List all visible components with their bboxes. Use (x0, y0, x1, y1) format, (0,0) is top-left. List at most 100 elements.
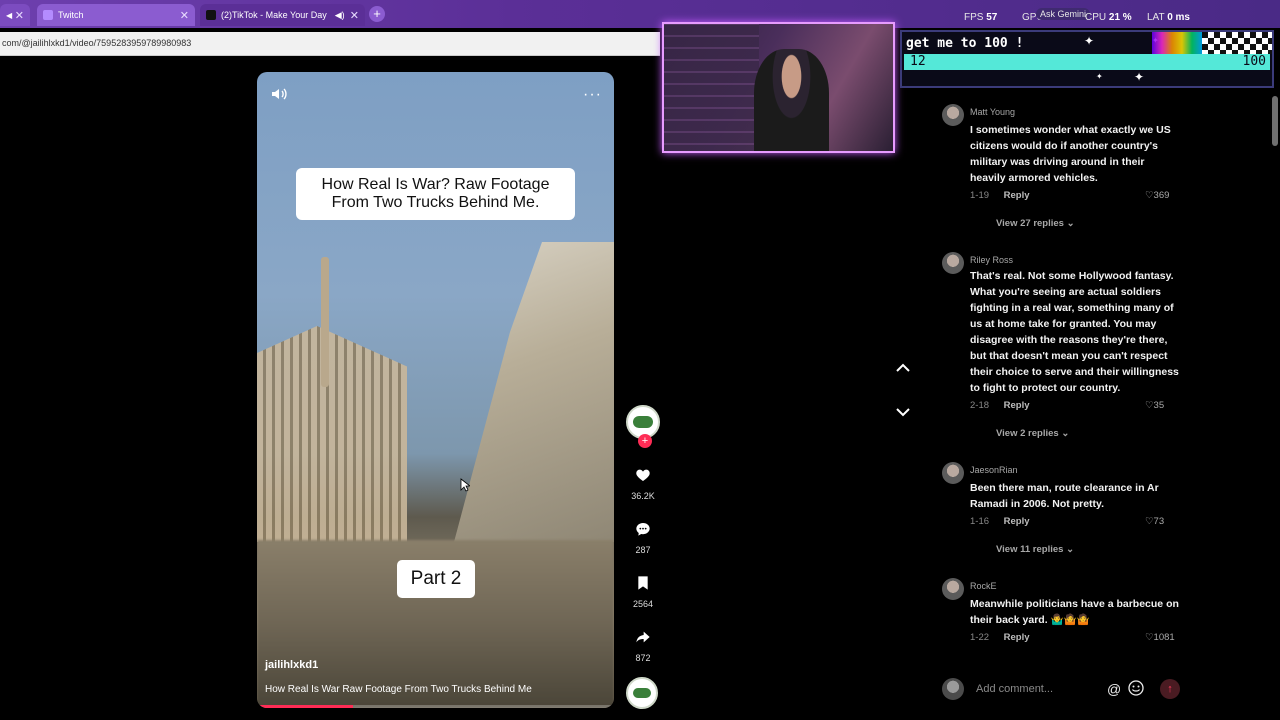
comment-like-button[interactable]: ♡73 (1145, 516, 1164, 527)
reply-button[interactable]: Reply (1004, 190, 1030, 201)
comment-like-count: 369 (1153, 190, 1170, 201)
tab-label: Twitch (58, 10, 84, 20)
streamer-webcam (662, 22, 895, 153)
chevron-down-icon[interactable] (893, 402, 913, 422)
cpu-readout: CPU 21 % (1085, 12, 1132, 23)
tab-label: (2)TikTok - Make Your Day (221, 10, 327, 20)
browser-tab-pinned[interactable]: ◀ ✕ (0, 4, 30, 26)
share-arrow-icon (636, 631, 650, 643)
creator-avatar-logo (633, 416, 653, 428)
comment-button[interactable]: 287 (625, 521, 661, 555)
chevron-down-icon: ⌄ (1061, 428, 1070, 439)
share-button[interactable]: 872 (625, 629, 661, 663)
speaker-icon[interactable]: ◀) (335, 10, 345, 21)
sparkle-icon: ✦ (1134, 70, 1145, 84)
comment-date: 1-19 (970, 190, 990, 201)
comment-like-count: 1081 (1153, 632, 1175, 643)
save-button[interactable]: 2564 (625, 575, 661, 609)
comment-like-button[interactable]: ♡369 (1145, 190, 1169, 201)
comment-bubble-icon (636, 523, 650, 536)
comment-like-button[interactable]: ♡35 (1145, 400, 1164, 411)
comment-username[interactable]: JaesonRian (970, 465, 1018, 475)
close-icon[interactable]: ✕ (180, 9, 189, 22)
heart-outline-icon: ♡ (1145, 400, 1154, 411)
view-replies-button[interactable]: View 2 replies ⌄ (996, 428, 1069, 439)
browser-tab-tiktok[interactable]: (2)TikTok - Make Your Day ◀) ✕ (200, 4, 365, 26)
video-caption: How Real Is War? Raw Footage From Two Tr… (296, 168, 575, 220)
like-count: 36.2K (631, 491, 655, 501)
comments-panel: Matt Young I sometimes wonder what exact… (940, 96, 1270, 666)
video-player[interactable]: ··· How Real Is War? Raw Footage From Tw… (257, 72, 614, 708)
heart-icon (636, 469, 650, 481)
avatar[interactable] (942, 578, 964, 600)
reply-button[interactable]: Reply (1004, 516, 1030, 527)
like-button[interactable]: 36.2K (625, 467, 661, 501)
address-bar[interactable]: com/@jailihlxkd1/video/75952839597899809… (0, 32, 660, 56)
comment-count: 287 (635, 545, 651, 555)
comments-scrollbar[interactable] (1272, 96, 1278, 146)
reply-button[interactable]: Reply (1004, 400, 1030, 411)
comment-date: 2-18 (970, 400, 990, 411)
new-tab-button[interactable]: + (369, 6, 385, 22)
video-progress-bar[interactable] (257, 705, 614, 708)
avatar[interactable] (942, 462, 964, 484)
antenna-image (321, 257, 329, 387)
emoji-icon[interactable] (1128, 680, 1144, 696)
webcam-background (664, 24, 759, 151)
goal-current: 12 (910, 54, 926, 69)
stream-goal-widget: get me to 100 ! ✦ ✦ 12 100 ✦ ✦ (900, 30, 1274, 88)
goal-max: 100 (1242, 54, 1266, 69)
view-replies-button[interactable]: View 27 replies ⌄ (996, 218, 1075, 229)
fps-readout: FPS 57 (964, 12, 998, 23)
comment-like-count: 35 (1153, 400, 1165, 411)
close-icon[interactable]: ✕ (350, 9, 359, 22)
avatar[interactable] (942, 252, 964, 274)
video-progress-fill (257, 705, 354, 708)
comment-username[interactable]: Riley Ross (970, 255, 1013, 265)
browser-tab-bar: ◀ ✕ Twitch ✕ (2)TikTok - Make Your Day ◀… (0, 0, 1280, 28)
mouse-pointer-icon (460, 478, 470, 492)
audio-icon: ◀ (6, 10, 13, 20)
comment-date: 1-22 (970, 632, 990, 643)
video-author[interactable]: jailihlxkd1 (265, 659, 318, 671)
latency-readout: LAT 0 ms (1147, 12, 1190, 23)
chevron-down-icon: ⌄ (1066, 544, 1075, 555)
creator-avatar[interactable]: + (626, 405, 660, 448)
sound-disc-logo (633, 688, 651, 698)
save-count: 2564 (632, 599, 654, 609)
volume-icon[interactable] (269, 84, 289, 104)
comment-like-button[interactable]: ♡1081 (1145, 632, 1175, 643)
chevron-down-icon: ⌄ (1066, 218, 1075, 229)
action-rail: + 36.2K 287 2564 872 (625, 405, 661, 663)
streamer-figure (754, 49, 829, 151)
ask-gemini-button[interactable]: Ask Gemini (1036, 8, 1091, 20)
bookmark-icon (638, 576, 648, 590)
mention-button[interactable]: @ (1107, 681, 1121, 697)
avatar (942, 678, 964, 700)
rainbow-decoration (1152, 32, 1202, 54)
rock-wall-image (454, 242, 614, 542)
browser-tab-twitch[interactable]: Twitch ✕ (37, 4, 195, 26)
close-icon[interactable]: ✕ (15, 9, 24, 22)
reply-button[interactable]: Reply (1004, 632, 1030, 643)
comment-username[interactable]: Matt Young (970, 107, 1015, 117)
checker-flag-decoration (1202, 32, 1272, 54)
heart-outline-icon: ♡ (1145, 190, 1154, 201)
sparkle-icon: ✦ (1084, 34, 1095, 48)
comment-input[interactable]: Add comment... (976, 683, 1053, 695)
heart-outline-icon: ♡ (1145, 632, 1154, 643)
sound-disc-avatar[interactable] (626, 677, 658, 709)
comment-text: I sometimes wonder what exactly we US ci… (970, 124, 1171, 184)
goal-progress-bar: 12 100 (904, 54, 1270, 70)
chevron-up-icon[interactable] (893, 358, 913, 378)
share-count: 872 (635, 653, 651, 663)
more-options-icon[interactable]: ··· (583, 86, 602, 104)
comment-username[interactable]: RockE (970, 581, 997, 591)
comment-composer: Add comment... @ ↑ (940, 676, 1190, 704)
comment-text: Been there man, route clearance in Ar Ra… (970, 482, 1159, 510)
follow-button[interactable]: + (638, 434, 652, 448)
view-replies-button[interactable]: View 11 replies ⌄ (996, 544, 1074, 555)
avatar[interactable] (942, 104, 964, 126)
send-button[interactable]: ↑ (1160, 679, 1180, 699)
comment-date: 1-16 (970, 516, 990, 527)
